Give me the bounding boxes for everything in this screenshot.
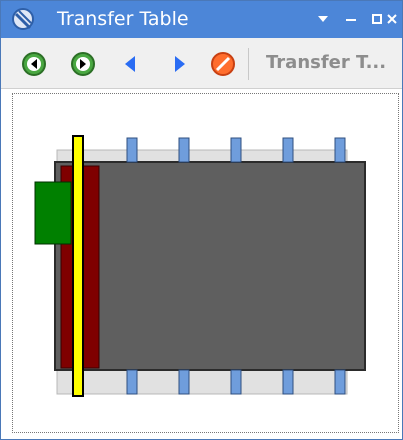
- transfer-table-window: Transfer Table Transfer T...: [0, 0, 403, 440]
- bottom-pier: [178, 369, 190, 395]
- window-title: Transfer Table: [57, 8, 189, 30]
- top-pier: [334, 137, 346, 163]
- circle-left-icon: [22, 52, 46, 76]
- top-pier: [178, 137, 190, 163]
- bottom-pier: [334, 369, 346, 395]
- maximize-icon: [372, 14, 382, 24]
- close-button[interactable]: [383, 6, 401, 32]
- triangle-left-icon: [125, 56, 135, 72]
- minimize-icon: [346, 19, 356, 21]
- bottom-pier: [282, 369, 294, 395]
- previous-button[interactable]: [118, 51, 144, 77]
- forward-button[interactable]: [166, 51, 192, 77]
- toolbar-separator: [248, 48, 249, 80]
- triangle-right-icon: [175, 56, 185, 72]
- title-bar[interactable]: Transfer Table: [1, 1, 402, 38]
- transfer-table-label: Transfer T...: [266, 52, 387, 73]
- window-menu-button[interactable]: [310, 6, 336, 32]
- toolbar: Transfer T...: [1, 38, 402, 89]
- minimize-button[interactable]: [338, 6, 364, 32]
- transfer-table-app-icon: [12, 8, 34, 30]
- chevron-down-icon: [318, 16, 328, 22]
- circle-right-icon: [71, 52, 95, 76]
- transfer-bridge-rail[interactable]: [72, 135, 84, 397]
- stop-icon: [211, 52, 235, 76]
- clear-button[interactable]: [210, 51, 236, 77]
- transfer-table-canvas[interactable]: [12, 93, 399, 433]
- bottom-pier: [126, 369, 138, 395]
- top-pier: [282, 137, 294, 163]
- operator-house: [34, 181, 72, 245]
- top-pier: [230, 137, 242, 163]
- close-icon: [387, 14, 397, 24]
- top-pier: [126, 137, 138, 163]
- bottom-pier: [230, 369, 242, 395]
- first-button[interactable]: [21, 51, 47, 77]
- transfer-table-drawing: [34, 135, 366, 397]
- next-button[interactable]: [70, 51, 96, 77]
- track-bed: [54, 161, 366, 371]
